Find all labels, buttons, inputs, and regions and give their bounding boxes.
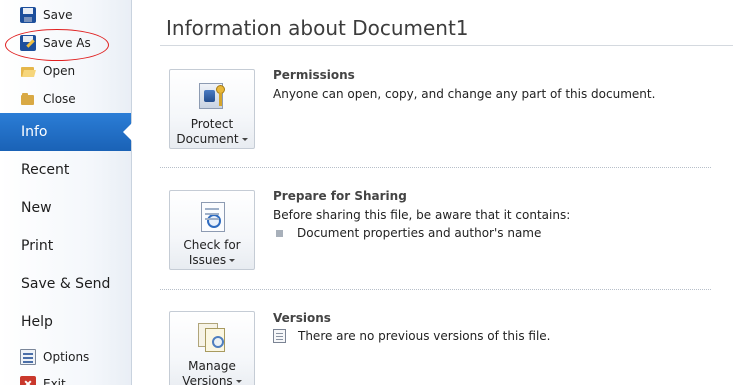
manage-versions-button[interactable]: Manage Versions [169, 311, 255, 385]
dropdown-caret-icon [241, 138, 248, 141]
protect-document-button[interactable]: Protect Document [169, 69, 255, 149]
active-tab-pointer [123, 123, 132, 141]
tab-save-send-label: Save & Send [21, 276, 111, 292]
title-divider [160, 45, 733, 46]
tab-help-label: Help [21, 314, 53, 330]
exit-command[interactable]: Exit [0, 372, 130, 385]
tab-info-label: Info [21, 124, 48, 140]
options-label: Options [43, 350, 90, 364]
tab-recent[interactable]: Recent [0, 151, 131, 189]
exit-icon [20, 376, 36, 385]
close-label: Close [43, 92, 76, 106]
save-as-icon [20, 35, 36, 51]
check-for-issues-label-text: Issues [188, 253, 227, 267]
permissions-heading: Permissions [273, 68, 355, 82]
protect-document-label-line2: Document [176, 132, 248, 147]
manage-versions-label-line1: Manage [188, 359, 236, 373]
manage-versions-label-text: Versions [182, 374, 233, 385]
dropdown-caret-icon [235, 380, 242, 383]
manage-versions-label: Manage Versions [182, 359, 242, 385]
key-stem [219, 93, 222, 106]
tab-info[interactable]: Info [0, 113, 132, 151]
sharing-bullet-text: Document properties and author's name [297, 226, 542, 240]
check-for-issues-label-line2: Issues [183, 253, 240, 268]
tab-print-label: Print [21, 238, 54, 254]
magnifier-icon [212, 336, 224, 348]
close-command[interactable]: Close [0, 87, 130, 111]
manage-versions-label-line2: Versions [182, 374, 242, 385]
save-icon [20, 7, 36, 23]
options-command[interactable]: Options [0, 345, 130, 369]
protect-document-label-text: Document [176, 132, 239, 146]
check-mark-icon [207, 214, 221, 228]
check-for-issues-label: Check for Issues [183, 238, 240, 268]
versions-note-row: There are no previous versions of this f… [273, 329, 551, 343]
section-divider [160, 289, 711, 290]
tab-new[interactable]: New [0, 189, 131, 227]
bullet-square-icon [276, 229, 283, 237]
tab-new-label: New [21, 200, 52, 216]
options-icon [20, 349, 36, 365]
section-divider [160, 167, 711, 168]
sharing-bullet-item: Document properties and author's name [273, 226, 541, 240]
exit-label: Exit [43, 377, 66, 385]
permissions-description: Anyone can open, copy, and change any pa… [273, 87, 656, 101]
save-label: Save [43, 8, 73, 22]
lock-key-icon [195, 79, 229, 111]
dropdown-caret-icon [229, 259, 236, 262]
info-pane: Information about Document1 Protect Docu… [132, 0, 733, 385]
open-label: Open [43, 64, 76, 78]
open-folder-icon [20, 63, 36, 79]
close-folder-icon [20, 91, 36, 107]
check-for-issues-label-line1: Check for [183, 238, 241, 252]
prepare-for-sharing-heading: Prepare for Sharing [273, 189, 407, 203]
versions-heading: Versions [273, 311, 331, 325]
tab-recent-label: Recent [21, 162, 70, 178]
protect-document-label-line1: Protect [190, 117, 234, 131]
check-for-issues-button[interactable]: Check for Issues [169, 190, 255, 270]
save-as-label: Save As [43, 36, 91, 50]
save-command[interactable]: Save [0, 3, 130, 27]
prepare-for-sharing-description: Before sharing this file, be aware that … [273, 208, 571, 222]
tab-save-send[interactable]: Save & Send [0, 265, 131, 303]
tab-help[interactable]: Help [0, 303, 131, 341]
inspect-document-icon [195, 200, 229, 232]
versions-icon [195, 321, 229, 353]
open-command[interactable]: Open [0, 59, 130, 83]
tab-print[interactable]: Print [0, 227, 131, 265]
page-title: Information about Document1 [166, 16, 469, 40]
versions-note: There are no previous versions of this f… [298, 329, 551, 343]
backstage-nav: Save Save As Open Close Info Recent New … [0, 0, 132, 385]
protect-document-label: Protect Document [176, 117, 248, 147]
document-icon [273, 329, 286, 343]
save-as-command[interactable]: Save As [0, 31, 130, 55]
